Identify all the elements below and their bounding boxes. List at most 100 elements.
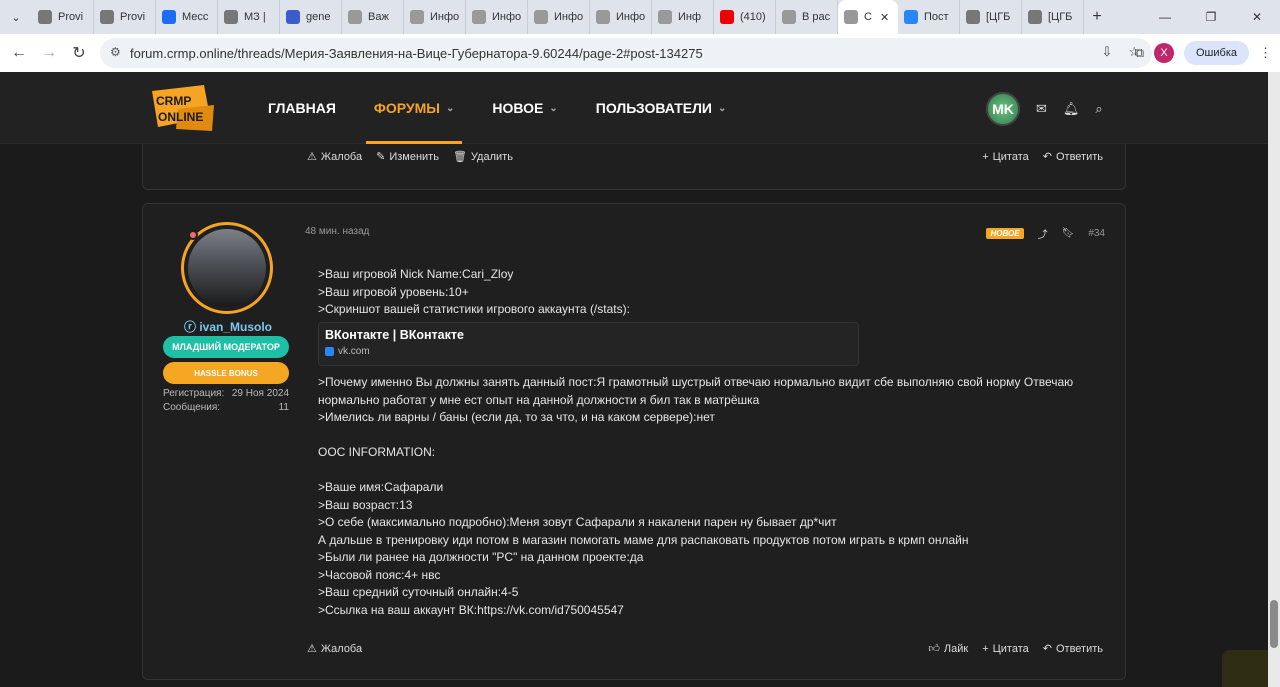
address-toolbar: ← → ↻ ⚙ forum.crmp.online/threads/Мерия-…	[0, 34, 1280, 72]
reply-button[interactable]: ↶ Ответить	[1043, 150, 1103, 164]
page-scrollbar[interactable]	[1268, 72, 1280, 687]
tab-favicon-icon	[904, 10, 918, 24]
quote-button[interactable]: + Цитата	[982, 642, 1029, 655]
tab-label: Месс	[182, 11, 209, 23]
tab-favicon-icon	[782, 10, 796, 24]
bookmark-icon[interactable]: 🔖︎	[1062, 228, 1075, 239]
close-window-icon[interactable]: ✕	[1234, 0, 1280, 34]
browser-tab[interactable]: Инфо	[590, 0, 652, 34]
share-icon[interactable]: ⤴	[1038, 226, 1048, 241]
reg-label: Регистрация:	[163, 388, 225, 399]
url-text: forum.crmp.online/threads/Мерия-Заявлени…	[130, 45, 703, 61]
browser-tab[interactable]: Provi	[94, 0, 156, 34]
site-info-icon[interactable]: ⚙	[110, 45, 121, 59]
user-stats: Регистрация: 29 Ноя 2024 Сообщения: 11	[163, 387, 289, 415]
browser-tab[interactable]: Пост	[898, 0, 960, 34]
tab-strip: Provi Provi Месс МЗ | gene Важ Инфо Инфо Инфо Инф…	[32, 0, 1084, 34]
nav-item[interactable]: НОВОЕ ⌄	[484, 72, 565, 144]
trash-icon: 🗑︎	[452, 151, 467, 163]
back-arrow-icon[interactable]: ←	[4, 38, 34, 68]
install-app-icon[interactable]: ⇩	[1101, 44, 1112, 60]
tab-favicon-icon	[658, 10, 672, 24]
chevron-down-icon[interactable]: ⌄	[549, 103, 557, 114]
reload-icon[interactable]: ↻	[64, 38, 94, 68]
mail-icon[interactable]: ✉	[1036, 101, 1047, 117]
tab-favicon-icon	[224, 10, 238, 24]
browser-tab[interactable]: (410)	[714, 0, 776, 34]
nav-item[interactable]: ФОРУМЫ ⌄	[365, 72, 463, 144]
quote-button[interactable]: + Цитата	[982, 150, 1029, 163]
post-text-line: нормально работат у мне ест опыт на данн…	[318, 392, 760, 407]
tab-label: Provi	[120, 11, 146, 23]
scrollbar-thumb[interactable]	[1270, 600, 1278, 648]
tab-favicon-icon	[966, 10, 980, 24]
extensions-icon[interactable]: ⧉	[1135, 45, 1144, 61]
new-tab-button[interactable]: +	[1084, 8, 1110, 26]
browser-tab[interactable]: В рас	[776, 0, 838, 34]
tab-label: [ЦГБ	[986, 11, 1011, 23]
search-icon[interactable]: ⌕	[1095, 101, 1102, 117]
post-text-line: >Ваш игровой уровень:10+	[318, 284, 469, 299]
nav-item[interactable]: ПОЛЬЗОВАТЕЛИ ⌄	[588, 72, 735, 144]
browser-tab[interactable]: Важ	[342, 0, 404, 34]
reply-button[interactable]: ↶ Ответить	[1042, 642, 1103, 656]
menu-dots-icon[interactable]: ⋮	[1259, 45, 1272, 61]
chevron-down-icon[interactable]: ⌄	[446, 103, 454, 114]
link-embed[interactable]: ВКонтакте | ВКонтакте vk.com	[318, 322, 859, 366]
tab-label: С	[864, 11, 872, 23]
delete-button[interactable]: 🗑︎ Удалить	[452, 150, 513, 164]
tab-label: gene	[306, 11, 331, 23]
tab-favicon-icon	[410, 10, 424, 24]
like-button[interactable]: 👍︎ Лайк	[928, 642, 968, 656]
browser-tab[interactable]: [ЦГБ	[960, 0, 1022, 34]
edit-button[interactable]: ✎ Изменить	[376, 150, 439, 164]
crmp-online-logo[interactable]: CRMP ONLINE	[148, 83, 216, 133]
minimize-icon[interactable]: —	[1142, 0, 1188, 34]
browser-tab[interactable]: Инфо	[528, 0, 590, 34]
svg-text:ONLINE: ONLINE	[158, 110, 203, 124]
post-text-line: >Ваше имя:Сафарали	[318, 480, 444, 494]
tab-label: Инфо	[616, 11, 646, 23]
browser-tab[interactable]: МЗ |	[218, 0, 280, 34]
bell-icon[interactable]: 🔔︎	[1063, 101, 1080, 117]
tab-label: [ЦГБ	[1048, 11, 1073, 23]
url-bar[interactable]: ⚙ forum.crmp.online/threads/Мерия-Заявле…	[100, 38, 1152, 68]
nav-item[interactable]: ГЛАВНАЯ	[260, 72, 344, 144]
user-avatar[interactable]: MK	[986, 92, 1020, 126]
username[interactable]: ⓡ ivan_Musolo	[163, 318, 293, 335]
quote-label: Цитата	[992, 150, 1029, 163]
msg-value[interactable]: 11	[279, 401, 289, 415]
username-text: ivan_Musolo	[199, 320, 273, 334]
restore-icon[interactable]: ❐	[1188, 0, 1234, 34]
previous-post: ⚠ Жалоба ✎ Изменить 🗑︎ Удалить + Цитата ↶ Отв…	[142, 144, 1126, 190]
error-button[interactable]: Ошибка	[1184, 41, 1249, 65]
post-time[interactable]: 48 мин. назад	[305, 226, 369, 237]
chevron-down-icon[interactable]: ⌄	[718, 103, 726, 114]
browser-tab[interactable]: С ✕	[838, 0, 898, 34]
tab-search-chevron-icon[interactable]: ⌄	[0, 0, 32, 34]
profile-avatar[interactable]: X	[1154, 43, 1174, 63]
browser-tab[interactable]: Инфо	[404, 0, 466, 34]
browser-tab[interactable]: Provi	[32, 0, 94, 34]
browser-tab[interactable]: Инф	[652, 0, 714, 34]
post-text-line: >Скриншот вашей статистики игрового акка…	[318, 302, 630, 316]
report-button[interactable]: ⚠ Жалоба	[307, 150, 362, 164]
browser-tab[interactable]: Месс	[156, 0, 218, 34]
browser-tab[interactable]: [ЦГБ	[1022, 0, 1084, 34]
floating-scroll-button[interactable]	[1222, 650, 1268, 687]
main-nav: ГЛАВНАЯ ФОРУМЫ ⌄ НОВОЕ ⌄ ПОЛЬЗОВАТЕЛИ ⌄	[260, 72, 734, 144]
nav-item-label: ГЛАВНАЯ	[268, 100, 336, 116]
browser-tab[interactable]: Инфо	[466, 0, 528, 34]
tab-favicon-icon	[348, 10, 362, 24]
tab-favicon-icon	[162, 10, 176, 24]
forward-arrow-icon[interactable]: →	[34, 38, 64, 68]
post-number[interactable]: #34	[1088, 228, 1105, 239]
post-text-line	[318, 427, 1118, 445]
close-tab-icon[interactable]: ✕	[880, 11, 889, 24]
browser-tab[interactable]: gene	[280, 0, 342, 34]
reply-arrow-icon: ↶	[1042, 643, 1052, 655]
post-text-line: А дальше в тренировку иди потом в магази…	[318, 532, 969, 547]
post-actions-right: 👍︎ Лайк + Цитата ↶ Ответить	[928, 642, 1103, 656]
report-button[interactable]: ⚠ Жалоба	[307, 642, 362, 656]
tab-label: (410)	[740, 11, 766, 23]
